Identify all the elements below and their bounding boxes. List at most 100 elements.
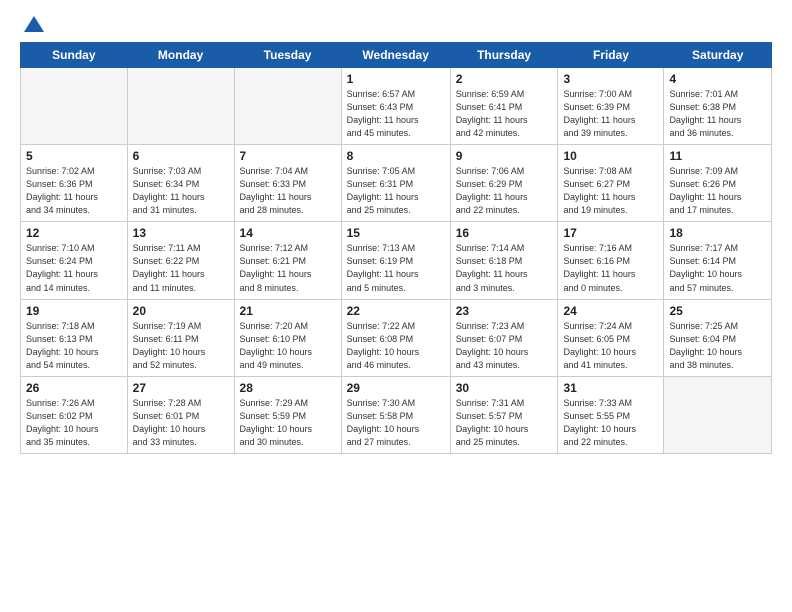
calendar-page: SundayMondayTuesdayWednesdayThursdayFrid…: [0, 0, 792, 612]
day-number: 10: [563, 149, 658, 163]
day-number: 26: [26, 381, 122, 395]
day-info: Sunrise: 7:13 AM Sunset: 6:19 PM Dayligh…: [347, 242, 445, 294]
day-number: 17: [563, 226, 658, 240]
day-number: 2: [456, 72, 553, 86]
calendar-cell: 17 Sunrise: 7:16 AM Sunset: 6:16 PM Dayli…: [558, 222, 664, 299]
calendar-cell: 31 Sunrise: 7:33 AM Sunset: 5:55 PM Dayli…: [558, 376, 664, 453]
calendar-cell: 5 Sunrise: 7:02 AM Sunset: 6:36 PM Daylig…: [21, 145, 128, 222]
calendar-header-tuesday: Tuesday: [234, 43, 341, 68]
day-number: 22: [347, 304, 445, 318]
calendar-cell: 24Sunrise: 7:24 AM Sunset: 6:05 PM Dayli…: [558, 299, 664, 376]
day-info: Sunrise: 7:23 AM Sunset: 6:07 PM Dayligh…: [456, 320, 553, 372]
day-info: Sunrise: 6:57 AM Sunset: 6:43 PM Dayligh…: [347, 88, 445, 140]
calendar-week-4: 19 Sunrise: 7:18 AM Sunset: 6:13 PM Dayli…: [21, 299, 772, 376]
day-info: Sunrise: 7:02 AM Sunset: 6:36 PM Dayligh…: [26, 165, 122, 217]
day-number: 16: [456, 226, 553, 240]
calendar-cell: 27Sunrise: 7:28 AM Sunset: 6:01 PM Dayli…: [127, 376, 234, 453]
day-number: 25: [669, 304, 766, 318]
day-number: 9: [456, 149, 553, 163]
calendar-cell: 13 Sunrise: 7:11 AM Sunset: 6:22 PM Dayli…: [127, 222, 234, 299]
day-number: 21: [240, 304, 336, 318]
day-info: Sunrise: 7:01 AM Sunset: 6:38 PM Dayligh…: [669, 88, 766, 140]
day-number: 7: [240, 149, 336, 163]
day-number: 5: [26, 149, 122, 163]
day-info: Sunrise: 7:11 AM Sunset: 6:22 PM Dayligh…: [133, 242, 229, 294]
calendar-cell: 14 Sunrise: 7:12 AM Sunset: 6:21 PM Dayli…: [234, 222, 341, 299]
day-number: 18: [669, 226, 766, 240]
calendar-cell: [127, 68, 234, 145]
calendar-cell: 6 Sunrise: 7:03 AM Sunset: 6:34 PM Daylig…: [127, 145, 234, 222]
calendar-week-2: 5 Sunrise: 7:02 AM Sunset: 6:36 PM Daylig…: [21, 145, 772, 222]
calendar-header-friday: Friday: [558, 43, 664, 68]
day-number: 6: [133, 149, 229, 163]
day-info: Sunrise: 7:10 AM Sunset: 6:24 PM Dayligh…: [26, 242, 122, 294]
day-info: Sunrise: 7:08 AM Sunset: 6:27 PM Dayligh…: [563, 165, 658, 217]
day-info: Sunrise: 7:03 AM Sunset: 6:34 PM Dayligh…: [133, 165, 229, 217]
calendar-cell: 23 Sunrise: 7:23 AM Sunset: 6:07 PM Dayli…: [450, 299, 558, 376]
calendar-header-row: SundayMondayTuesdayWednesdayThursdayFrid…: [21, 43, 772, 68]
calendar-cell: 29 Sunrise: 7:30 AM Sunset: 5:58 PM Dayli…: [341, 376, 450, 453]
day-info: Sunrise: 7:12 AM Sunset: 6:21 PM Dayligh…: [240, 242, 336, 294]
day-info: Sunrise: 7:18 AM Sunset: 6:13 PM Dayligh…: [26, 320, 122, 372]
calendar-cell: 19 Sunrise: 7:18 AM Sunset: 6:13 PM Dayli…: [21, 299, 128, 376]
logo: [20, 16, 46, 34]
calendar-cell: 25 Sunrise: 7:25 AM Sunset: 6:04 PM Dayli…: [664, 299, 772, 376]
day-info: Sunrise: 7:09 AM Sunset: 6:26 PM Dayligh…: [669, 165, 766, 217]
calendar-cell: 11 Sunrise: 7:09 AM Sunset: 6:26 PM Dayli…: [664, 145, 772, 222]
day-info: Sunrise: 7:22 AM Sunset: 6:08 PM Dayligh…: [347, 320, 445, 372]
day-number: 14: [240, 226, 336, 240]
calendar-week-1: 1 Sunrise: 6:57 AM Sunset: 6:43 PM Daylig…: [21, 68, 772, 145]
day-info: Sunrise: 7:31 AM Sunset: 5:57 PM Dayligh…: [456, 397, 553, 449]
day-number: 31: [563, 381, 658, 395]
calendar-cell: 8Sunrise: 7:05 AM Sunset: 6:31 PM Daylig…: [341, 145, 450, 222]
day-number: 19: [26, 304, 122, 318]
calendar-cell: 10 Sunrise: 7:08 AM Sunset: 6:27 PM Dayli…: [558, 145, 664, 222]
day-number: 1: [347, 72, 445, 86]
calendar-header-wednesday: Wednesday: [341, 43, 450, 68]
day-info: Sunrise: 7:30 AM Sunset: 5:58 PM Dayligh…: [347, 397, 445, 449]
calendar-cell: 18 Sunrise: 7:17 AM Sunset: 6:14 PM Dayli…: [664, 222, 772, 299]
day-info: Sunrise: 7:06 AM Sunset: 6:29 PM Dayligh…: [456, 165, 553, 217]
day-number: 23: [456, 304, 553, 318]
day-number: 13: [133, 226, 229, 240]
calendar-cell: 15 Sunrise: 7:13 AM Sunset: 6:19 PM Dayli…: [341, 222, 450, 299]
day-number: 29: [347, 381, 445, 395]
calendar-header-saturday: Saturday: [664, 43, 772, 68]
calendar-cell: 30Sunrise: 7:31 AM Sunset: 5:57 PM Dayli…: [450, 376, 558, 453]
day-number: 8: [347, 149, 445, 163]
day-info: Sunrise: 7:28 AM Sunset: 6:01 PM Dayligh…: [133, 397, 229, 449]
calendar-header-sunday: Sunday: [21, 43, 128, 68]
calendar-cell: 20Sunrise: 7:19 AM Sunset: 6:11 PM Dayli…: [127, 299, 234, 376]
calendar-cell: 1 Sunrise: 6:57 AM Sunset: 6:43 PM Daylig…: [341, 68, 450, 145]
calendar-cell: 2 Sunrise: 6:59 AM Sunset: 6:41 PM Daylig…: [450, 68, 558, 145]
day-number: 24: [563, 304, 658, 318]
day-info: Sunrise: 6:59 AM Sunset: 6:41 PM Dayligh…: [456, 88, 553, 140]
calendar-table: SundayMondayTuesdayWednesdayThursdayFrid…: [20, 42, 772, 454]
calendar-header-thursday: Thursday: [450, 43, 558, 68]
day-info: Sunrise: 7:17 AM Sunset: 6:14 PM Dayligh…: [669, 242, 766, 294]
calendar-cell: 21Sunrise: 7:20 AM Sunset: 6:10 PM Dayli…: [234, 299, 341, 376]
calendar-cell: [664, 376, 772, 453]
calendar-week-3: 12 Sunrise: 7:10 AM Sunset: 6:24 PM Dayli…: [21, 222, 772, 299]
day-info: Sunrise: 7:26 AM Sunset: 6:02 PM Dayligh…: [26, 397, 122, 449]
day-info: Sunrise: 7:00 AM Sunset: 6:39 PM Dayligh…: [563, 88, 658, 140]
calendar-cell: [21, 68, 128, 145]
day-info: Sunrise: 7:16 AM Sunset: 6:16 PM Dayligh…: [563, 242, 658, 294]
day-info: Sunrise: 7:14 AM Sunset: 6:18 PM Dayligh…: [456, 242, 553, 294]
day-number: 11: [669, 149, 766, 163]
calendar-cell: [234, 68, 341, 145]
calendar-cell: 16 Sunrise: 7:14 AM Sunset: 6:18 PM Dayli…: [450, 222, 558, 299]
calendar-header-monday: Monday: [127, 43, 234, 68]
day-number: 12: [26, 226, 122, 240]
day-info: Sunrise: 7:33 AM Sunset: 5:55 PM Dayligh…: [563, 397, 658, 449]
day-number: 15: [347, 226, 445, 240]
calendar-cell: 22 Sunrise: 7:22 AM Sunset: 6:08 PM Dayli…: [341, 299, 450, 376]
day-info: Sunrise: 7:19 AM Sunset: 6:11 PM Dayligh…: [133, 320, 229, 372]
day-number: 4: [669, 72, 766, 86]
calendar-cell: 4 Sunrise: 7:01 AM Sunset: 6:38 PM Daylig…: [664, 68, 772, 145]
header: [20, 16, 772, 34]
day-info: Sunrise: 7:25 AM Sunset: 6:04 PM Dayligh…: [669, 320, 766, 372]
day-info: Sunrise: 7:29 AM Sunset: 5:59 PM Dayligh…: [240, 397, 336, 449]
calendar-cell: 7Sunrise: 7:04 AM Sunset: 6:33 PM Daylig…: [234, 145, 341, 222]
calendar-cell: 9 Sunrise: 7:06 AM Sunset: 6:29 PM Daylig…: [450, 145, 558, 222]
